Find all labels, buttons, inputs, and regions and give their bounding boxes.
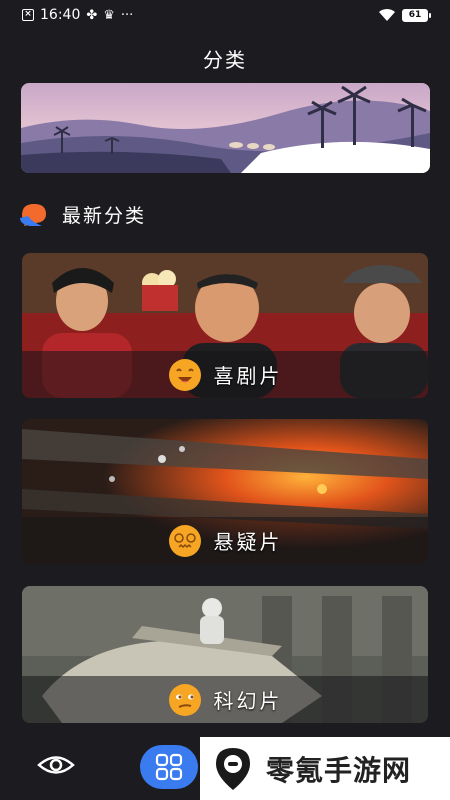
watermark: 零氪手游网 [200,737,450,800]
status-right: 61 [378,8,431,22]
status-left: × 16:40 ✤ ♛ ··· [22,7,133,23]
category-label: 科幻片 [213,689,283,713]
watermark-logo-icon [216,747,250,790]
dizzy-face-icon [168,524,201,557]
category-label: 悬疑片 [213,530,283,554]
chat-bubble-icon [20,203,46,226]
banner-image[interactable] [21,83,430,173]
battery-icon: 61 [402,8,431,22]
crown-icon: ♛ [103,7,115,23]
section-title: 最新分类 [62,205,147,227]
category-card-comedy[interactable]: 喜剧片 [22,253,428,398]
watermark-text: 零氪手游网 [266,753,412,787]
grid-icon [155,753,183,781]
category-label: 喜剧片 [213,364,283,388]
status-time: 16:40 [40,7,81,23]
fan-icon: ✤ [86,7,98,23]
category-label-bar: 喜剧片 [22,351,428,398]
page-title: 分类 [203,48,247,72]
category-card-suspense[interactable]: 悬疑片 [22,419,428,564]
wifi-icon [379,8,395,21]
close-notification-icon: × [22,9,34,21]
category-label-bar: 科幻片 [22,676,428,723]
smirking-face-icon [168,683,201,716]
laughing-face-icon [168,358,201,391]
section-header: 最新分类 [18,201,146,228]
eye-icon[interactable] [36,750,76,780]
category-grid-button[interactable] [140,745,198,789]
status-bar: × 16:40 ✤ ♛ ··· 61 [0,0,450,30]
category-label-bar: 悬疑片 [22,517,428,564]
more-dots-icon: ··· [120,7,134,23]
category-card-scifi[interactable]: 科幻片 [22,586,428,723]
